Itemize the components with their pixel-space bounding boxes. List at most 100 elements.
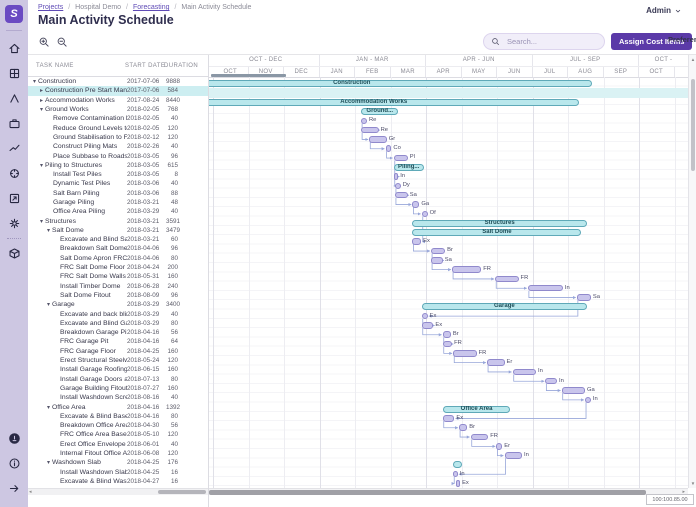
gantt-task-bar[interactable] bbox=[422, 322, 434, 329]
gantt-task-bar[interactable] bbox=[505, 452, 522, 459]
gantt-task-bar[interactable] bbox=[369, 136, 386, 143]
table-row[interactable]: Excavate & Blind Bases O2018-04-1680 bbox=[28, 412, 208, 421]
gantt-task-bar[interactable] bbox=[386, 145, 392, 152]
table-row[interactable]: FRC Garage Pit2018-04-1664 bbox=[28, 337, 208, 346]
sidebar-item-grid[interactable] bbox=[3, 63, 25, 85]
gantt-task-bar[interactable] bbox=[453, 350, 476, 357]
gantt-task-bar[interactable] bbox=[487, 359, 504, 366]
gantt-task-bar[interactable] bbox=[422, 211, 428, 218]
app-logo-icon[interactable]: S bbox=[5, 5, 23, 23]
table-row[interactable]: ▾Garage2018-03-293400 bbox=[28, 300, 208, 309]
table-row[interactable]: Salt Barn Piling2018-03-0688 bbox=[28, 189, 208, 198]
gantt-summary-bar[interactable] bbox=[453, 461, 462, 468]
scroll-left-arrow-icon[interactable]: ◂ bbox=[29, 489, 32, 496]
expand-caret-icon[interactable]: ▾ bbox=[38, 162, 45, 169]
table-row[interactable]: ▾Ground Works2018-02-05768 bbox=[28, 105, 208, 114]
table-row[interactable]: ▾Structures2018-03-213591 bbox=[28, 216, 208, 225]
gantt-task-bar[interactable] bbox=[495, 276, 518, 283]
table-row[interactable]: Garage Building Fitout2018-07-27160 bbox=[28, 384, 208, 393]
table-row[interactable]: ▾Salt Dome2018-03-213479 bbox=[28, 226, 208, 235]
table-row[interactable]: Excavate & Blind Washdo2018-04-2716 bbox=[28, 477, 208, 486]
table-row[interactable]: ▾Construction2017-07-069888 bbox=[28, 77, 208, 86]
column-header-start-date[interactable]: START DATE bbox=[125, 63, 165, 69]
expand-caret-icon[interactable]: ▾ bbox=[45, 459, 52, 466]
gantt-task-bar[interactable] bbox=[394, 173, 399, 180]
sidebar-item-briefcase[interactable] bbox=[3, 113, 25, 135]
user-menu[interactable]: Admin bbox=[646, 6, 682, 15]
sidebar-item-diagonal-box[interactable] bbox=[3, 188, 25, 210]
scroll-down-arrow-icon[interactable]: ▼ bbox=[689, 481, 696, 486]
sidebar-item-trend[interactable] bbox=[3, 138, 25, 160]
expand-caret-icon[interactable]: ▾ bbox=[45, 301, 52, 308]
table-row[interactable]: Breakdown Garage Piles2018-04-1656 bbox=[28, 328, 208, 337]
gantt-task-bar[interactable] bbox=[496, 443, 502, 450]
grid-scrollbar-thumb[interactable] bbox=[158, 490, 206, 494]
table-row[interactable]: Office Area Piling2018-03-2940 bbox=[28, 207, 208, 216]
table-row[interactable]: Breakdown Salt Dome Pil2018-04-0696 bbox=[28, 244, 208, 253]
table-row[interactable]: FRC Salt Dome Floor2018-04-24200 bbox=[28, 263, 208, 272]
expand-caret-icon[interactable]: ▾ bbox=[38, 218, 45, 225]
sidebar-item-wheel[interactable] bbox=[3, 163, 25, 185]
table-row[interactable]: Salt Dome Apron FRC2018-04-0680 bbox=[28, 254, 208, 263]
gantt-summary-bar[interactable] bbox=[209, 80, 592, 87]
gantt-task-bar[interactable] bbox=[545, 378, 557, 385]
table-row[interactable]: Install Timber Dome2018-06-28240 bbox=[28, 282, 208, 291]
sidebar-item-arrow-right[interactable] bbox=[3, 478, 25, 500]
gantt-task-bar[interactable] bbox=[443, 415, 455, 422]
sidebar-item-info[interactable] bbox=[3, 453, 25, 475]
sidebar-item-avatar[interactable] bbox=[3, 428, 25, 450]
table-row[interactable]: Internal Fitout Office Area2018-06-08120 bbox=[28, 449, 208, 458]
gantt-task-bar[interactable] bbox=[443, 331, 451, 338]
vertical-scrollbar-thumb[interactable] bbox=[691, 79, 695, 171]
table-row[interactable]: FRC Salt Dome Walls2018-05-31160 bbox=[28, 272, 208, 281]
table-row[interactable]: ▸Construction Pre Start Manag2017-07-065… bbox=[28, 86, 208, 95]
gantt-task-bar[interactable] bbox=[361, 118, 367, 125]
gantt-task-bar[interactable] bbox=[431, 248, 445, 255]
table-row[interactable]: Excavate and back blind G2018-03-2940 bbox=[28, 309, 208, 318]
table-row[interactable]: Reduce Ground Levels to Fo2018-02-05120 bbox=[28, 123, 208, 132]
expand-caret-icon[interactable]: ▾ bbox=[31, 78, 38, 85]
gantt-summary-bar[interactable] bbox=[209, 99, 579, 106]
column-header-duration[interactable]: DURATION bbox=[164, 63, 198, 69]
table-row[interactable]: Construct Piling Mats2018-02-2640 bbox=[28, 142, 208, 151]
gantt-task-bar[interactable] bbox=[395, 192, 408, 199]
table-row[interactable]: Erect Office Envelope2018-06-0140 bbox=[28, 440, 208, 449]
timeline-scrollbar-thumb[interactable] bbox=[209, 490, 646, 495]
gantt-task-bar[interactable] bbox=[562, 387, 585, 394]
table-row[interactable]: FRC Office Area Bases& B2018-05-10120 bbox=[28, 430, 208, 439]
gantt-task-bar[interactable] bbox=[361, 127, 378, 134]
table-row[interactable]: Install Garage Doors and I2018-07-1380 bbox=[28, 375, 208, 384]
sidebar-item-peak[interactable] bbox=[3, 88, 25, 110]
table-row[interactable]: Salt Dome Fitout2018-08-0996 bbox=[28, 291, 208, 300]
table-row[interactable]: Breakdown Office Area Pil2018-04-3056 bbox=[28, 421, 208, 430]
table-row[interactable]: Install Washdown Slab Dr2018-04-2516 bbox=[28, 467, 208, 476]
gantt-task-bar[interactable] bbox=[471, 434, 488, 441]
gantt-task-bar[interactable] bbox=[453, 471, 458, 478]
gantt-task-bar[interactable] bbox=[577, 294, 591, 301]
expand-caret-icon[interactable]: ▸ bbox=[38, 87, 45, 94]
table-row[interactable]: Install Washdown Screen2018-08-1640 bbox=[28, 393, 208, 402]
breadcrumb-forecasting[interactable]: Forecasting bbox=[133, 4, 170, 11]
gantt-task-bar[interactable] bbox=[395, 183, 401, 190]
column-header-task-name[interactable]: TASK NAME bbox=[36, 63, 74, 69]
gantt-summary-bar[interactable] bbox=[412, 229, 581, 236]
gantt-task-bar[interactable] bbox=[585, 397, 591, 404]
expand-caret-icon[interactable]: ▾ bbox=[38, 106, 45, 113]
gantt-task-bar[interactable] bbox=[459, 424, 467, 431]
table-row[interactable]: Install Garage Roofing an2018-06-15160 bbox=[28, 365, 208, 374]
sidebar-item-package[interactable] bbox=[3, 243, 25, 265]
table-row[interactable]: Ground Stabilisation to Forn2018-02-1212… bbox=[28, 133, 208, 142]
table-row[interactable]: Remove Contamination Hot2018-02-0540 bbox=[28, 114, 208, 123]
vertical-scrollbar[interactable]: ▲ ▼ bbox=[688, 55, 696, 488]
expand-caret-icon[interactable]: ▸ bbox=[38, 97, 45, 104]
gantt-task-bar[interactable] bbox=[394, 155, 408, 162]
gantt-summary-bar[interactable] bbox=[443, 406, 511, 413]
grid-horizontal-scrollbar[interactable]: ◂ bbox=[28, 488, 208, 495]
timeline-horizontal-scrollbar[interactable]: ▸ bbox=[209, 488, 688, 495]
sidebar-item-home[interactable] bbox=[3, 38, 25, 60]
table-row[interactable]: ▾Piling to Structures2018-03-05615 bbox=[28, 161, 208, 170]
table-row[interactable]: Excavate and Blind Garag2018-03-2980 bbox=[28, 319, 208, 328]
gantt-task-bar[interactable] bbox=[513, 369, 536, 376]
expand-caret-icon[interactable]: ▾ bbox=[45, 404, 52, 411]
gantt-task-bar[interactable] bbox=[412, 201, 419, 208]
